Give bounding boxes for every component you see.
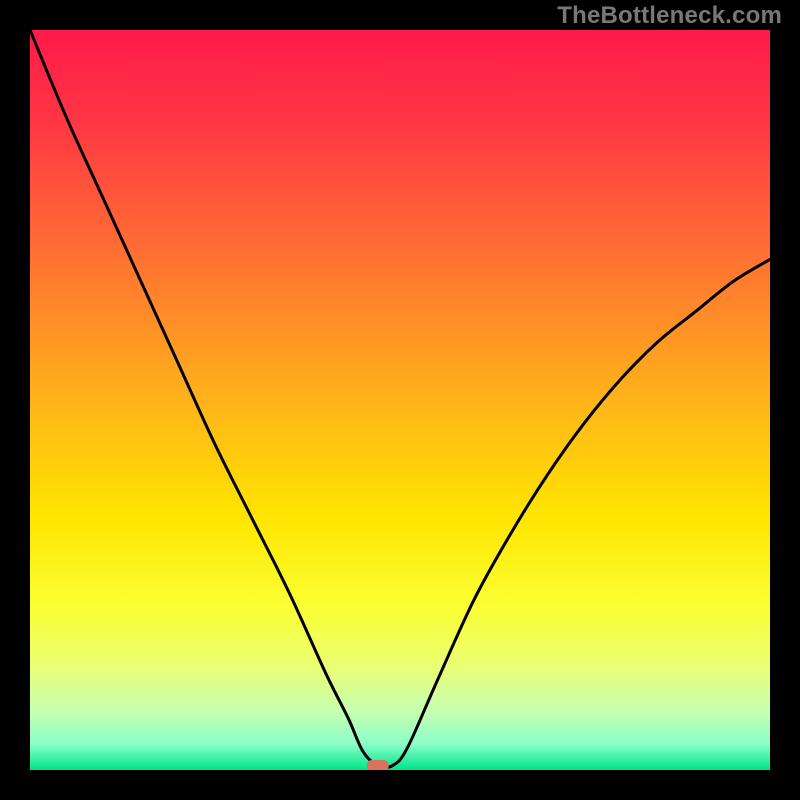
plot-background bbox=[30, 30, 770, 770]
bottleneck-chart bbox=[30, 30, 770, 770]
chart-frame: TheBottleneck.com bbox=[0, 0, 800, 800]
watermark-text: TheBottleneck.com bbox=[557, 2, 782, 30]
optimal-marker bbox=[367, 760, 389, 770]
